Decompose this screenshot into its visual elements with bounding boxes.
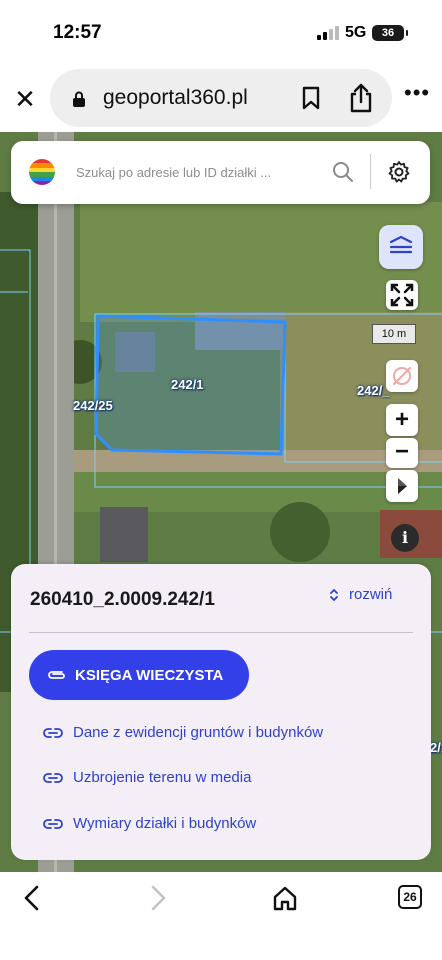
link-label: Uzbrojenie terenu w media [73, 769, 252, 786]
expand-button[interactable]: rozwiń [329, 586, 392, 603]
compass-icon [398, 478, 407, 494]
home-icon[interactable] [271, 884, 299, 912]
layers-icon [389, 235, 413, 254]
status-time: 12:57 [53, 22, 102, 43]
search-icon[interactable] [332, 161, 354, 183]
fullscreen-button[interactable] [386, 280, 418, 310]
url-text[interactable]: geoportal360.pl [103, 86, 248, 110]
battery-icon: 36 [372, 25, 408, 41]
status-bar: 12:57 5G 36 [0, 0, 442, 64]
paperclip-icon [48, 671, 65, 679]
compass-button[interactable] [386, 470, 418, 502]
search-bar[interactable]: Szukaj po adresie lub ID działki ... [11, 141, 430, 204]
link-icon [43, 818, 63, 829]
zoom-out-button[interactable]: − [386, 438, 418, 468]
link-label: Dane z ewidencji gruntów i budynków [73, 724, 324, 741]
map-scale: 10 m [372, 324, 416, 344]
back-icon[interactable] [20, 884, 44, 912]
location-button[interactable] [386, 360, 418, 392]
land-register-label: KSIĘGA WIECZYSTA [75, 666, 224, 684]
chevron-updown-icon [330, 588, 338, 601]
plot-label-edge: 2/1 [430, 740, 442, 755]
plot-label-main: 242/1 [171, 377, 204, 392]
fullscreen-icon [390, 283, 414, 307]
geoportal-logo-icon [29, 159, 55, 185]
link-land-records[interactable]: Dane z ewidencji gruntów i budynków [43, 724, 323, 741]
bookmark-icon[interactable] [300, 86, 322, 110]
panel-divider [29, 632, 413, 633]
info-button[interactable]: i [391, 524, 419, 552]
link-dimensions[interactable]: Wymiary działki i budynków [43, 815, 256, 832]
parcel-id: 260410_2.0009.242/1 [30, 589, 215, 610]
link-utilities[interactable]: Uzbrojenie terenu w media [43, 769, 251, 786]
plot-label-right: 242/_ [357, 383, 390, 398]
tabs-icon[interactable]: 26 [398, 885, 422, 909]
land-register-button[interactable]: KSIĘGA WIECZYSTA [29, 650, 249, 700]
gear-icon[interactable] [387, 160, 411, 184]
link-icon [43, 727, 63, 738]
parcel-panel: 260410_2.0009.242/1 rozwiń KSIĘGA WIECZY… [11, 564, 431, 860]
location-off-icon [393, 367, 411, 385]
share-icon[interactable] [348, 83, 374, 113]
plot-label-left: 242/25 [73, 398, 113, 413]
browser-toolbar: 26 [0, 872, 442, 960]
screen: 12:57 5G 36 ✕ geoportal360.pl ••• 242/1 … [0, 0, 442, 960]
search-divider [370, 154, 371, 189]
forward-icon[interactable] [146, 884, 170, 912]
network-type: 5G [345, 24, 367, 41]
layers-button[interactable] [379, 225, 423, 269]
link-icon [43, 772, 63, 783]
zoom-in-button[interactable]: + [386, 404, 418, 436]
link-label: Wymiary działki i budynków [73, 815, 257, 832]
browser-bar: ✕ geoportal360.pl ••• [0, 64, 442, 132]
more-icon[interactable]: ••• [404, 80, 430, 106]
signal-icon [317, 26, 339, 40]
search-input[interactable]: Szukaj po adresie lub ID działki ... [76, 165, 271, 180]
expand-label: rozwiń [349, 586, 393, 603]
lock-icon [73, 91, 85, 107]
close-icon[interactable]: ✕ [10, 84, 40, 114]
